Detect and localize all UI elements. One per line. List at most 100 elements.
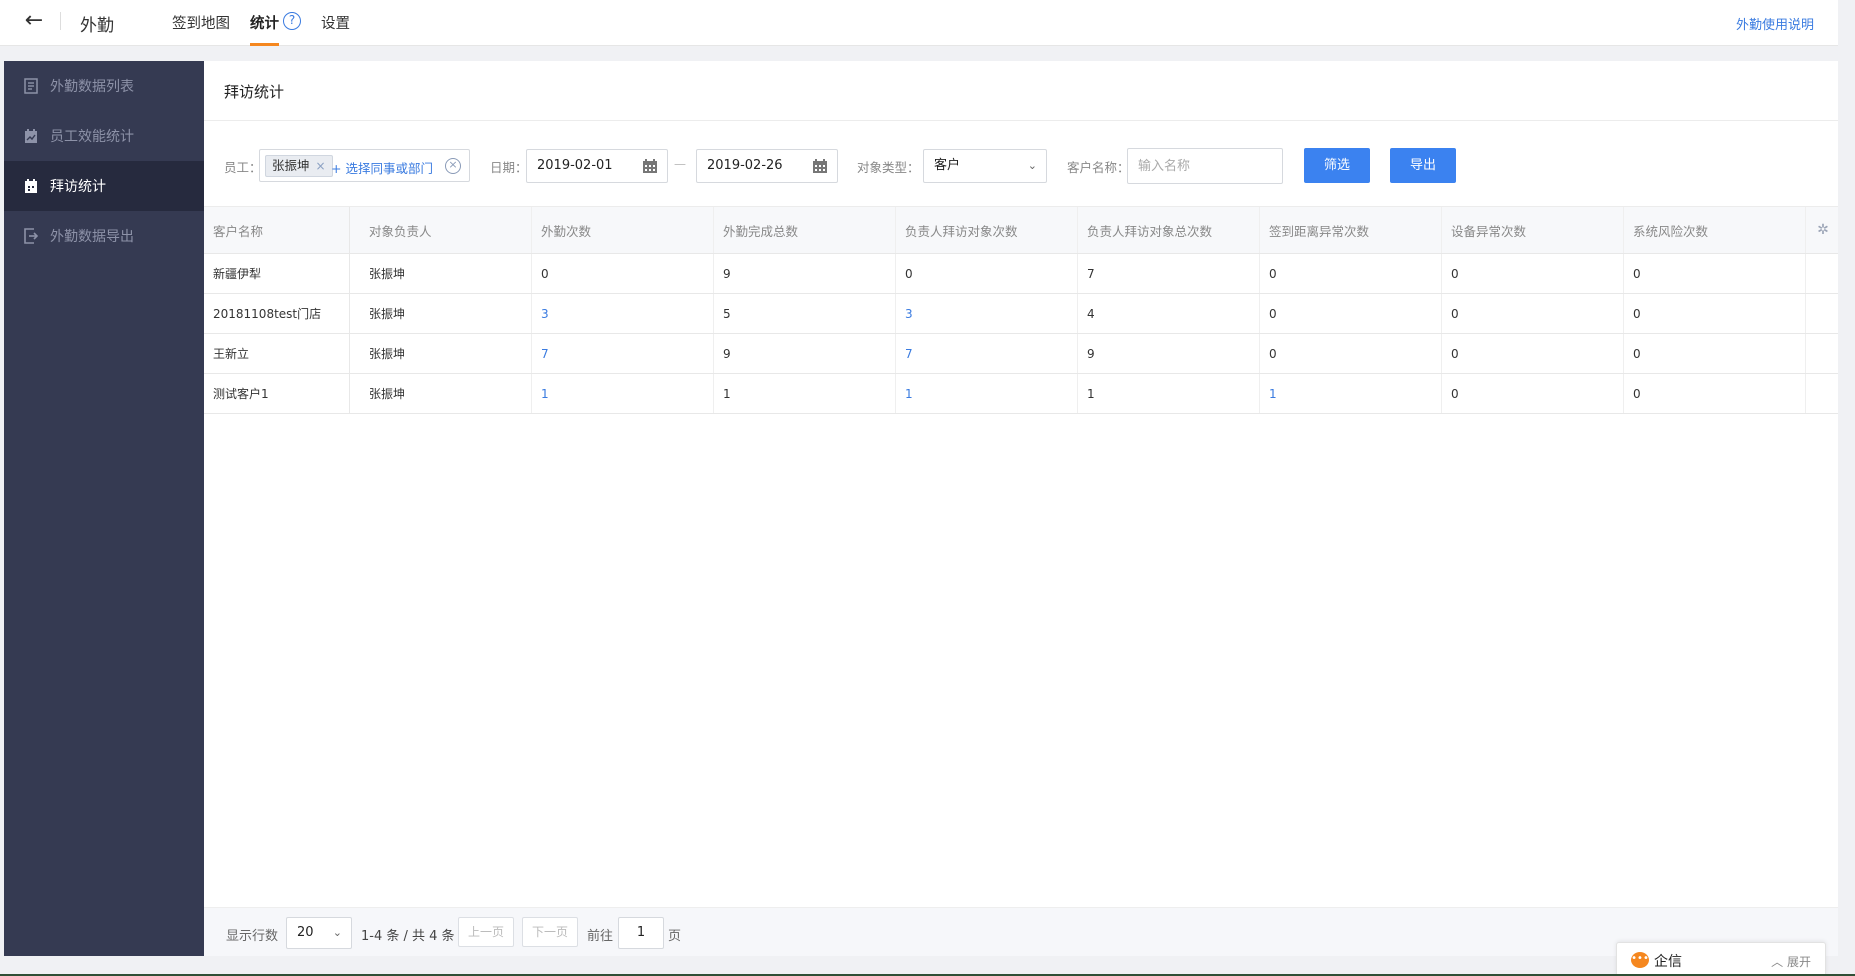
sidebar-item-data-list[interactable]: 外勤数据列表 xyxy=(4,61,204,111)
column-header[interactable]: 外勤次数 xyxy=(532,207,714,253)
cell-visits-link[interactable]: 3 xyxy=(532,294,714,333)
object-type-value: 客户 xyxy=(934,158,961,173)
cell-risk: 0 xyxy=(1624,294,1806,333)
cell-visits-link[interactable]: 7 xyxy=(532,334,714,373)
sidebar-item-label: 拜访统计 xyxy=(50,179,106,195)
employee-label: 员工： xyxy=(224,160,262,175)
rows-per-page-select[interactable]: 20 ⌄ xyxy=(286,917,352,949)
column-header[interactable]: 负责人拜访对象次数 xyxy=(896,207,1078,253)
sidebar-item-label: 外勤数据导出 xyxy=(50,229,134,245)
cell-device-abnormal: 0 xyxy=(1442,334,1624,373)
employee-tag: 张振坤 × xyxy=(265,155,333,177)
help-icon[interactable]: ? xyxy=(283,12,301,30)
sidebar: 外勤数据列表 员工效能统计 拜访统计 外勤数据导出 xyxy=(4,61,204,956)
cell-distance-abnormal-link[interactable]: 1 xyxy=(1260,374,1442,413)
filter-bar: 员工： 张振坤 × + 选择同事或部门 × 日期： 2019-02-01 — 20… xyxy=(204,145,1838,185)
tab-settings[interactable]: 设置 xyxy=(321,12,350,46)
calendar-chart-icon xyxy=(24,128,38,144)
calendar-icon xyxy=(24,178,38,194)
column-header[interactable]: 负责人拜访对象总次数 xyxy=(1078,207,1260,253)
tab-sign-map[interactable]: 签到地图 xyxy=(172,12,230,46)
cell-empty xyxy=(1806,254,1840,293)
column-header[interactable]: 签到距离异常次数 xyxy=(1260,207,1442,253)
cell-empty xyxy=(1806,334,1840,373)
column-header[interactable]: 设备异常次数 xyxy=(1442,207,1624,253)
sidebar-item-data-export[interactable]: 外勤数据导出 xyxy=(4,211,204,261)
export-button[interactable]: 导出 xyxy=(1390,148,1456,183)
employee-selector[interactable]: 张振坤 × + 选择同事或部门 × xyxy=(259,149,470,182)
cell-distance-abnormal: 0 xyxy=(1260,294,1442,333)
range-text: 1-4 条 / 共 4 条 xyxy=(361,929,455,944)
clear-icon[interactable]: × xyxy=(445,158,461,174)
tab-statistics[interactable]: 统计? xyxy=(250,12,301,46)
divider xyxy=(60,12,61,30)
cell-distance-abnormal: 0 xyxy=(1260,334,1442,373)
table-header: 客户名称 对象负责人 外勤次数 外勤完成总数 负责人拜访对象次数 负责人拜访对象… xyxy=(204,206,1838,254)
page-unit-label: 页 xyxy=(668,929,682,944)
tab-label: 统计 xyxy=(250,16,279,32)
cell-customer: 新疆伊犁 xyxy=(204,254,350,293)
cell-device-abnormal: 0 xyxy=(1442,374,1624,413)
cell-customer: 测试客户1 xyxy=(204,374,350,413)
add-colleague-link[interactable]: + 选择同事或部门 xyxy=(331,158,433,177)
table-row: 20181108test门店 张振坤 3 5 3 4 0 0 0 xyxy=(204,294,1838,334)
calendar-icon xyxy=(813,159,827,173)
date-separator: — xyxy=(674,157,686,171)
next-page-button[interactable]: 下一页 xyxy=(522,917,578,947)
cell-owner-total: 4 xyxy=(1078,294,1260,333)
cell-completed: 9 xyxy=(714,334,896,373)
main-panel: 拜访统计 员工： 张振坤 × + 选择同事或部门 × 日期： 2019-02-01… xyxy=(204,61,1838,956)
cell-empty xyxy=(1806,374,1840,413)
expand-label: 展开 xyxy=(1786,955,1811,969)
filter-button[interactable]: 筛选 xyxy=(1304,148,1370,183)
chat-label: 企信 xyxy=(1654,954,1682,970)
chevron-down-icon: ⌄ xyxy=(332,926,342,939)
column-header[interactable]: 客户名称 xyxy=(204,207,350,253)
visit-stats-table: 客户名称 对象负责人 外勤次数 外勤完成总数 负责人拜访对象次数 负责人拜访对象… xyxy=(204,206,1838,414)
cell-visits: 0 xyxy=(532,254,714,293)
cell-owner-visits-link[interactable]: 1 xyxy=(896,374,1078,413)
cell-risk: 0 xyxy=(1624,374,1806,413)
object-type-select[interactable]: 客户 ⌄ xyxy=(923,149,1047,183)
goto-label: 前往 xyxy=(587,929,614,944)
column-settings[interactable]: ✲ xyxy=(1806,207,1840,253)
cell-customer: 20181108test门店 xyxy=(204,294,350,333)
column-header[interactable]: 对象负责人 xyxy=(350,207,532,253)
column-header[interactable]: 系统风险次数 xyxy=(1624,207,1806,253)
sidebar-item-visit-stats[interactable]: 拜访统计 xyxy=(4,161,204,211)
tag-remove-icon[interactable]: × xyxy=(316,159,326,173)
top-nav: 签到地图 统计? 设置 xyxy=(172,12,370,46)
cell-device-abnormal: 0 xyxy=(1442,254,1624,293)
page-title: 拜访统计 xyxy=(204,61,1838,121)
chat-widget[interactable]: ••• 企信 ︿ 展开 xyxy=(1616,942,1826,976)
page-number-input[interactable]: 1 xyxy=(618,917,664,949)
prev-page-button[interactable]: 上一页 xyxy=(458,917,514,947)
window-gutter xyxy=(1838,0,1855,976)
back-arrow-icon[interactable]: ← xyxy=(22,10,46,34)
column-header[interactable]: 外勤完成总数 xyxy=(714,207,896,253)
cell-owner-total: 7 xyxy=(1078,254,1260,293)
cell-visits-link[interactable]: 1 xyxy=(532,374,714,413)
sidebar-item-employee-efficiency[interactable]: 员工效能统计 xyxy=(4,111,204,161)
rows-per-page-label: 显示行数 xyxy=(226,929,279,944)
sidebar-item-label: 外勤数据列表 xyxy=(50,79,134,95)
cell-empty xyxy=(1806,294,1840,333)
gear-icon[interactable]: ✲ xyxy=(1817,222,1829,238)
cell-owner: 张振坤 xyxy=(350,374,532,413)
chevron-up-icon: ︿ xyxy=(1771,955,1784,969)
expand-button[interactable]: ︿ 展开 xyxy=(1771,953,1811,970)
list-doc-icon xyxy=(24,78,38,94)
tab-label: 签到地图 xyxy=(172,16,230,32)
cell-device-abnormal: 0 xyxy=(1442,294,1624,333)
cell-owner-visits-link[interactable]: 7 xyxy=(896,334,1078,373)
rows-per-page-value: 20 xyxy=(297,925,314,940)
cell-owner: 张振坤 xyxy=(350,334,532,373)
usage-guide-link[interactable]: 外勤使用说明 xyxy=(1736,14,1814,33)
customer-name-input[interactable] xyxy=(1127,148,1283,184)
cell-completed: 9 xyxy=(714,254,896,293)
start-date-input[interactable]: 2019-02-01 xyxy=(526,149,668,183)
object-type-label: 对象类型： xyxy=(857,160,920,175)
cell-owner-visits-link[interactable]: 3 xyxy=(896,294,1078,333)
top-bar: ← 外勤 签到地图 统计? 设置 外勤使用说明 xyxy=(0,0,1838,46)
end-date-input[interactable]: 2019-02-26 xyxy=(696,149,838,183)
